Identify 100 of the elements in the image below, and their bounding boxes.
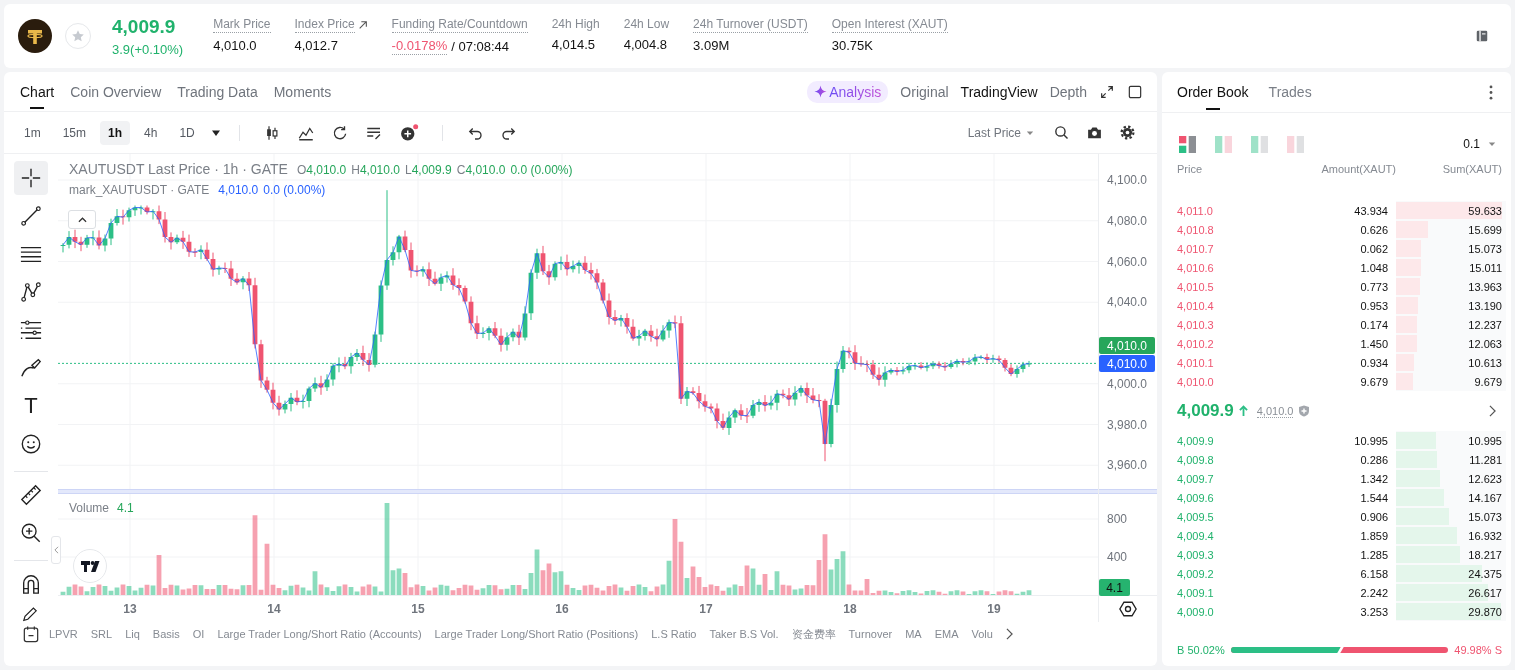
indicator-tab[interactable]: L.S Ratio xyxy=(651,628,697,640)
volume-axis-label: 400 xyxy=(1107,550,1128,564)
bid-amount: 1.342 xyxy=(1359,472,1389,485)
search-icon[interactable] xyxy=(1053,124,1070,141)
ask-sum: 15.699 xyxy=(1468,223,1502,236)
indicator-tab[interactable]: Volu xyxy=(971,628,993,640)
order-book-tab[interactable]: Order Book xyxy=(1177,72,1249,112)
indicator-tab[interactable]: SRL xyxy=(90,628,113,640)
volume-axis-label: 800 xyxy=(1107,512,1128,526)
bid-amount: 1.859 xyxy=(1359,529,1389,542)
ask-price: 4,010.1 xyxy=(1177,356,1215,369)
stat-label[interactable]: Funding Rate/Countdown xyxy=(391,17,528,33)
stat-value: 30.75K xyxy=(831,38,873,54)
price-axis-label: 4,100.0 xyxy=(1107,173,1148,187)
buy-ratio: B 50.02% xyxy=(1177,644,1225,656)
ask-amount: 0.174 xyxy=(1359,318,1389,331)
settings-icon[interactable] xyxy=(1119,124,1136,141)
bid-amount: 3.253 xyxy=(1359,605,1389,618)
text-tool-button[interactable]: T xyxy=(14,389,48,423)
chart-tab[interactable]: Chart xyxy=(20,72,55,111)
stat-label[interactable]: Open Interest (XAUT) xyxy=(831,17,948,33)
diagonal-arrow-icon[interactable] xyxy=(357,20,368,30)
indicator-tab[interactable]: LPVR xyxy=(49,628,78,640)
interval-button[interactable]: 1h xyxy=(100,120,131,145)
precision-dropdown[interactable]: 0.1 xyxy=(1463,137,1496,151)
order-book-tab[interactable]: Trades xyxy=(1268,72,1312,112)
mark-price-value: 4,010.0 xyxy=(218,183,259,197)
analysis-button[interactable]: Analysis xyxy=(807,80,889,103)
ask-amount: 0.062 xyxy=(1359,242,1389,255)
calendar-icon[interactable] xyxy=(21,624,41,644)
bid-price: 4,009.4 xyxy=(1177,529,1215,542)
indicator-tab[interactable]: 资金费率 xyxy=(791,626,836,642)
logo-icon[interactable] xyxy=(73,549,107,583)
sell-ratio: 49.98% S xyxy=(1454,644,1502,656)
ask-amount: 0.953 xyxy=(1359,299,1389,312)
interval-button[interactable]: 15m xyxy=(54,120,94,145)
indicator-tab[interactable]: MA xyxy=(905,628,922,640)
bid-price: 4,009.1 xyxy=(1177,586,1215,599)
stat-label[interactable]: Mark Price xyxy=(213,17,271,33)
settings-icon[interactable] xyxy=(1119,600,1137,618)
ask-amount: 9.679 xyxy=(1359,375,1389,388)
interval-button[interactable]: 4h xyxy=(136,120,166,145)
bid-sum: 11.281 xyxy=(1469,453,1502,466)
stat-label: 24h High xyxy=(551,17,600,32)
bid-sum: 16.932 xyxy=(1468,529,1502,542)
indicator-tab[interactable]: Basis xyxy=(152,628,180,640)
price-axis-label: 4,060.0 xyxy=(1107,254,1148,269)
price-source-dropdown[interactable]: Last Price xyxy=(967,125,1034,140)
indicator-tab[interactable]: OI xyxy=(192,628,205,640)
indicator-tab[interactable]: Turnover xyxy=(848,628,893,640)
more-icon[interactable] xyxy=(1489,84,1493,100)
ask-price: 4,010.6 xyxy=(1177,261,1215,274)
last-price-tag: 4,010.0 xyxy=(1099,337,1155,354)
stat-label[interactable]: 24h Turnover (USDT) xyxy=(693,17,808,33)
square-icon[interactable] xyxy=(1127,83,1143,100)
chart-tab[interactable]: Coin Overview xyxy=(70,72,162,111)
ohlc-value: L4,009.9 xyxy=(405,163,452,177)
chart-tab[interactable]: Moments xyxy=(273,72,332,111)
indicator-tab[interactable]: Taker B.S Vol. xyxy=(709,628,779,640)
stat-value: 4,004.8 xyxy=(623,37,668,53)
view-tab[interactable]: Original xyxy=(900,83,949,100)
bid-price: 4,009.6 xyxy=(1177,491,1215,504)
indicator-tab[interactable]: EMA xyxy=(934,628,959,640)
countdown: / 07:08:44 xyxy=(451,38,510,55)
layout-icon xyxy=(1179,135,1196,153)
layout-button[interactable] xyxy=(1179,135,1196,153)
add-circle-icon[interactable] xyxy=(398,122,419,143)
indicator-tab[interactable]: Large Trader Long/Short Ratio (Accounts) xyxy=(217,628,422,640)
ask-sum: 12.237 xyxy=(1468,318,1502,331)
expand-icon[interactable] xyxy=(1099,83,1115,100)
price-axis-label: 3,980.0 xyxy=(1107,417,1148,432)
ask-sum: 15.011 xyxy=(1469,261,1502,274)
ask-price: 4,010.3 xyxy=(1177,318,1215,331)
ask-amount: 0.773 xyxy=(1359,280,1389,293)
interval-button[interactable]: 1D xyxy=(171,120,203,145)
view-tab[interactable]: TradingView xyxy=(960,83,1038,100)
collapse-legend-button[interactable] xyxy=(68,210,96,229)
stat-label[interactable]: Index Price xyxy=(294,17,355,33)
indicator-tab[interactable]: Large Trader Long/Short Ratio (Positions) xyxy=(434,628,639,640)
drawing-tool-button[interactable] xyxy=(14,161,48,195)
price-change: 3.9(+0.10%) xyxy=(112,41,184,57)
interval-button[interactable]: 1m xyxy=(16,120,49,145)
coin-price: 4,009.9 xyxy=(112,15,177,38)
bid-amount: 0.906 xyxy=(1359,510,1389,523)
volume-tag: 4.1 xyxy=(1099,579,1130,596)
chevron-right-icon[interactable] xyxy=(1005,628,1013,640)
ask-amount: 1.048 xyxy=(1359,261,1389,274)
bid-sum: 18.217 xyxy=(1468,548,1502,561)
bid-price: 4,009.2 xyxy=(1177,567,1215,580)
bid-price: 4,009.5 xyxy=(1177,510,1215,523)
chart-tab[interactable]: Trading Data xyxy=(177,72,258,111)
bid-sum: 29.870 xyxy=(1468,605,1502,618)
indicator-tab[interactable]: Liq xyxy=(125,628,140,640)
ask-price: 4,011.0 xyxy=(1177,204,1214,217)
bid-price: 4,009.8 xyxy=(1177,453,1215,466)
view-tab[interactable]: Depth xyxy=(1049,83,1087,100)
magnet-icon xyxy=(20,573,42,595)
chevron-right-icon[interactable] xyxy=(1489,405,1496,417)
mark-price[interactable]: 4,010.0 xyxy=(1256,404,1294,418)
notebook-icon[interactable] xyxy=(1475,29,1489,43)
